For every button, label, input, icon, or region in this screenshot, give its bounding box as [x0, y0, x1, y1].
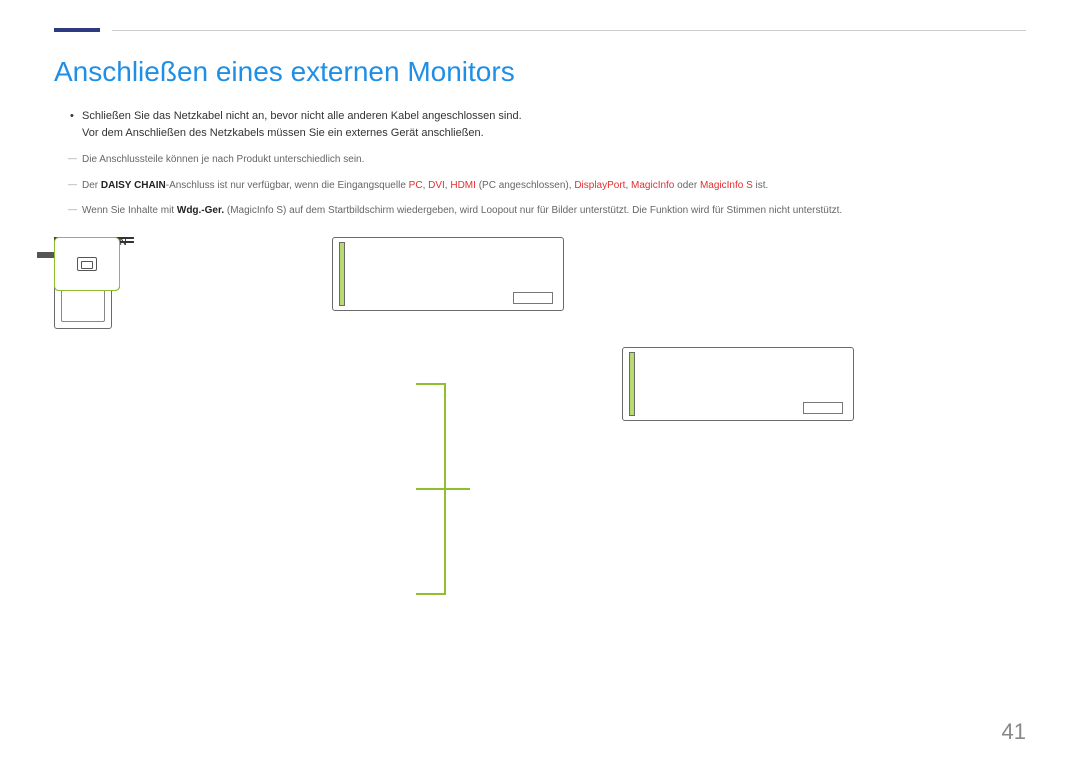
page-number: 41 [1002, 719, 1026, 745]
connection-diagram: DP IN DVI/RGB/ MAGICINFO IN HDMI IN DAIS… [54, 237, 1026, 657]
bullet-1-line2: Vor dem Anschließen des Netzkabels müsse… [82, 127, 484, 139]
bullet-1: Schließen Sie das Netzkabel nicht an, be… [70, 108, 1026, 142]
top-rule [54, 28, 1026, 32]
chain-line-dvi [416, 488, 446, 490]
bullet-1-line1: Schließen Sie das Netzkabel nicht an, be… [82, 110, 522, 122]
page-title: Anschließen eines externen Monitors [54, 56, 1026, 88]
chain-line-out [444, 488, 470, 490]
monitor-primary-icon [332, 237, 564, 311]
monitor2-dp-in-port [54, 237, 120, 291]
monitor-secondary-icon [622, 347, 854, 421]
note-2: Der DAISY CHAIN-Anschluss ist nur verfüg… [70, 178, 1026, 194]
chain-line-hdmi [416, 593, 446, 595]
horizontal-rule [112, 30, 1026, 31]
accent-bar [54, 28, 100, 32]
note-3: Wenn Sie Inhalte mit Wdg.-Ger. (MagicInf… [70, 203, 1026, 219]
body-text: Schließen Sie das Netzkabel nicht an, be… [70, 108, 1026, 219]
note-1: Die Anschlussteile können je nach Produk… [70, 152, 1026, 168]
chain-line-dp [416, 383, 446, 385]
